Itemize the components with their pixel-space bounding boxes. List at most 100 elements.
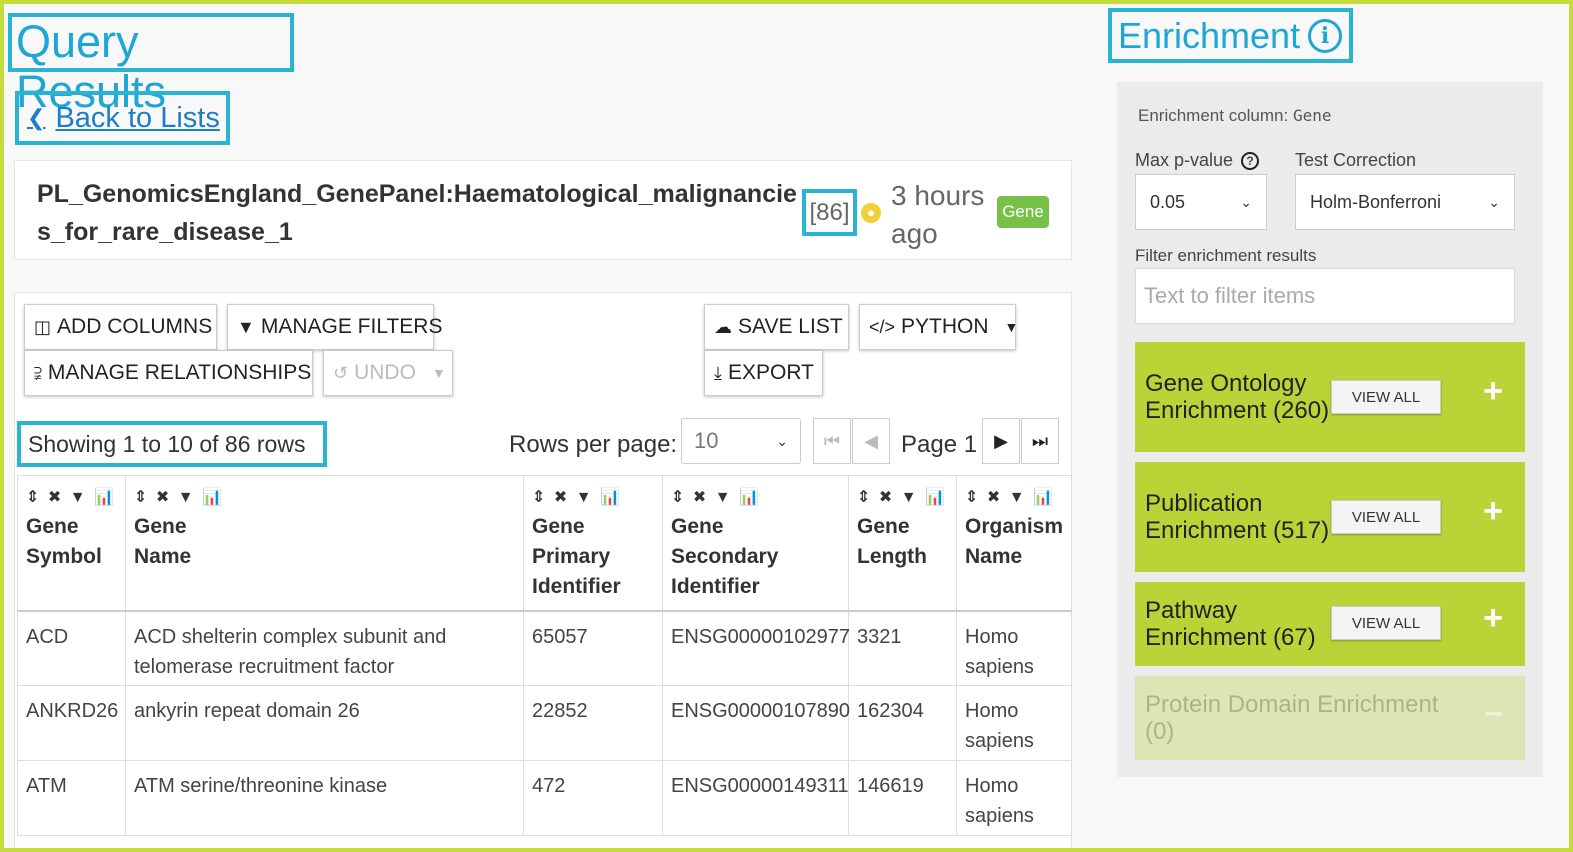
table-cell[interactable]: ANKRD26 <box>17 685 126 761</box>
widget-title: Publication Enrichment (517) <box>1145 490 1330 544</box>
next-page-button[interactable]: ▶ <box>982 418 1020 464</box>
table-cell[interactable]: 65057 <box>523 610 663 686</box>
test-correction-select[interactable]: Holm-Bonferroni ⌄ <box>1295 174 1515 230</box>
results-table: ⇕ ✖ ▼ 📊 Gene Symbol ⇕ ✖ ▼ 📊 Gene Name ⇕ ✖ ▼ … <box>17 475 1072 836</box>
chevron-down-icon: ⌄ <box>1488 193 1500 210</box>
table-cell[interactable]: 22852 <box>523 685 663 761</box>
columns-icon: ◫ <box>34 316 52 337</box>
widget-title: Gene Ontology Enrichment (260) <box>1145 370 1330 424</box>
list-name: PL_GenomicsEngland_GenePanel:Haematologi… <box>37 180 797 246</box>
max-p-value-select[interactable]: 0.05 ⌄ <box>1135 174 1267 230</box>
table-cell[interactable]: 472 <box>523 760 663 836</box>
code-icon: </> <box>869 316 896 337</box>
enrichment-panel: Enrichment column: Gene Max p-value? Tes… <box>1117 82 1543 777</box>
table-cell[interactable]: ACD shelterin complex subunit and telome… <box>125 610 524 686</box>
page-indicator: Page 1 <box>901 431 978 458</box>
rows-per-page-select[interactable]: 10 ⌄ <box>681 418 801 464</box>
enrichment-title-text: Enrichment <box>1118 14 1301 56</box>
widget-title: Protein Domain Enrichment (0) <box>1145 691 1439 745</box>
column-actions-icons[interactable]: ⇕ ✖ ▼ 📊 <box>857 484 948 512</box>
table-cell[interactable]: ENSG00000102977 <box>662 610 850 686</box>
manage-filters-button[interactable]: ▼ MANAGE FILTERS <box>227 304 442 350</box>
column-header[interactable]: ⇕ ✖ ▼ 📊 Gene Secondary Identifier <box>662 475 849 612</box>
table-cell[interactable]: ATM serine/threonine kinase <box>125 760 524 836</box>
table-row: ANKRD26 ankyrin repeat domain 26 22852 E… <box>17 685 1072 761</box>
table-header-row: ⇕ ✖ ▼ 📊 Gene Symbol ⇕ ✖ ▼ 📊 Gene Name ⇕ ✖ ▼ … <box>17 475 1072 612</box>
info-icon[interactable]: i <box>1308 18 1343 53</box>
column-actions-icons[interactable]: ⇕ ✖ ▼ 📊 <box>965 484 1063 512</box>
gene-ontology-enrichment-widget: Gene Ontology Enrichment (260) VIEW ALL … <box>1135 342 1525 452</box>
add-columns-button[interactable]: ◫ ADD COLUMNS <box>24 304 217 350</box>
table-cell[interactable]: Homo sapiens <box>956 760 1072 836</box>
python-dropdown-button[interactable]: </> PYTHON ▼ <box>859 304 1018 350</box>
rows-per-page-label: Rows per page: <box>509 431 678 458</box>
filter-icon: ▼ <box>237 316 255 337</box>
column-actions-icons[interactable]: ⇕ ✖ ▼ 📊 <box>134 484 515 512</box>
page-title: Query Results <box>8 13 294 117</box>
cloud-upload-icon: ☁ <box>714 316 732 337</box>
help-icon[interactable]: ? <box>1241 152 1260 171</box>
save-list-button[interactable]: ☁ SAVE LIST <box>704 304 849 350</box>
view-all-button[interactable]: VIEW ALL <box>1331 606 1441 640</box>
max-p-value-label: Max p-value? <box>1135 150 1260 171</box>
manage-relationships-button[interactable]: ⫌ MANAGE RELATIONSHIPS <box>24 350 313 396</box>
table-cell[interactable]: Homo sapiens <box>956 685 1072 761</box>
column-header[interactable]: ⇕ ✖ ▼ 📊 Gene Primary Identifier <box>523 475 663 612</box>
undo-button[interactable]: ↺ UNDO ▼ <box>323 350 453 396</box>
expand-plus-icon[interactable]: + <box>1483 372 1503 411</box>
chevron-left-icon: ❮ <box>27 105 46 130</box>
table-cell[interactable]: ENSG00000107890 <box>662 685 850 761</box>
table-cell[interactable]: ACD <box>17 610 126 686</box>
column-header[interactable]: ⇕ ✖ ▼ 📊 Organism Name <box>956 475 1072 612</box>
column-actions-icons[interactable]: ⇕ ✖ ▼ 📊 <box>26 484 117 512</box>
save-list-label: SAVE LIST <box>738 315 843 338</box>
column-header[interactable]: ⇕ ✖ ▼ 📊 Gene Name <box>125 475 524 612</box>
table-cell[interactable]: ENSG00000149311 <box>662 760 849 836</box>
table-cell[interactable]: ATM <box>17 760 126 836</box>
view-all-button[interactable]: VIEW ALL <box>1331 380 1441 414</box>
collapse-minus-icon[interactable]: – <box>1484 693 1503 732</box>
protein-domain-enrichment-widget: Protein Domain Enrichment (0) – <box>1135 676 1525 760</box>
chevron-down-icon: ⌄ <box>776 432 788 449</box>
list-count: [86] <box>802 189 857 236</box>
skip-first-icon: ⏮ <box>823 430 841 451</box>
undo-label: UNDO <box>354 361 416 384</box>
expand-plus-icon[interactable]: + <box>1483 492 1503 531</box>
table-cell[interactable]: ankyrin repeat domain 26 <box>125 685 524 761</box>
last-page-button[interactable]: ⏭ <box>1021 418 1059 464</box>
filter-enrichment-label: Filter enrichment results <box>1135 246 1317 265</box>
user-icon: ● <box>861 203 881 223</box>
download-icon: ⤓ <box>714 362 722 383</box>
filter-enrichment-input[interactable] <box>1135 268 1515 324</box>
prev-page-button[interactable]: ◀ <box>852 418 890 464</box>
export-label: EXPORT <box>727 361 814 384</box>
enrichment-column-info: Enrichment column: Gene <box>1138 106 1332 126</box>
table-cell[interactable]: 146619 <box>848 760 957 836</box>
manage-filters-label: MANAGE FILTERS <box>260 315 443 338</box>
first-page-button[interactable]: ⏮ <box>813 418 851 464</box>
column-actions-icons[interactable]: ⇕ ✖ ▼ 📊 <box>671 484 840 512</box>
table-cell[interactable]: 3321 <box>848 610 957 686</box>
export-button[interactable]: ⤓ EXPORT <box>704 350 823 396</box>
column-header[interactable]: ⇕ ✖ ▼ 📊 Gene Length <box>848 475 957 612</box>
column-header[interactable]: ⇕ ✖ ▼ 📊 Gene Symbol <box>17 475 126 612</box>
rows-per-page-value: 10 <box>694 428 719 453</box>
column-actions-icons[interactable]: ⇕ ✖ ▼ 📊 <box>532 484 654 512</box>
expand-plus-icon[interactable]: + <box>1483 599 1503 638</box>
table-cell[interactable]: Homo sapiens <box>956 610 1072 686</box>
enrichment-title: Enrichment i <box>1108 8 1353 63</box>
back-to-lists-link[interactable]: ❮ Back to Lists <box>15 91 230 145</box>
python-label: PYTHON <box>901 315 989 338</box>
skip-last-icon: ⏭ <box>1031 430 1049 451</box>
table-cell[interactable]: 162304 <box>848 685 957 761</box>
widget-title: Pathway Enrichment (67) <box>1145 597 1316 651</box>
enrichment-column-label: Enrichment column: <box>1138 106 1289 125</box>
max-p-value-selected: 0.05 <box>1150 191 1186 212</box>
table-row: ACD ACD shelterin complex subunit and te… <box>17 610 1072 686</box>
caret-left-icon: ◀ <box>864 430 878 451</box>
test-correction-label: Test Correction <box>1295 150 1417 170</box>
caret-right-icon: ▶ <box>994 430 1008 451</box>
view-all-button[interactable]: VIEW ALL <box>1331 500 1441 534</box>
test-correction-selected: Holm-Bonferroni <box>1310 191 1442 212</box>
caret-down-icon: ▼ <box>431 365 446 381</box>
